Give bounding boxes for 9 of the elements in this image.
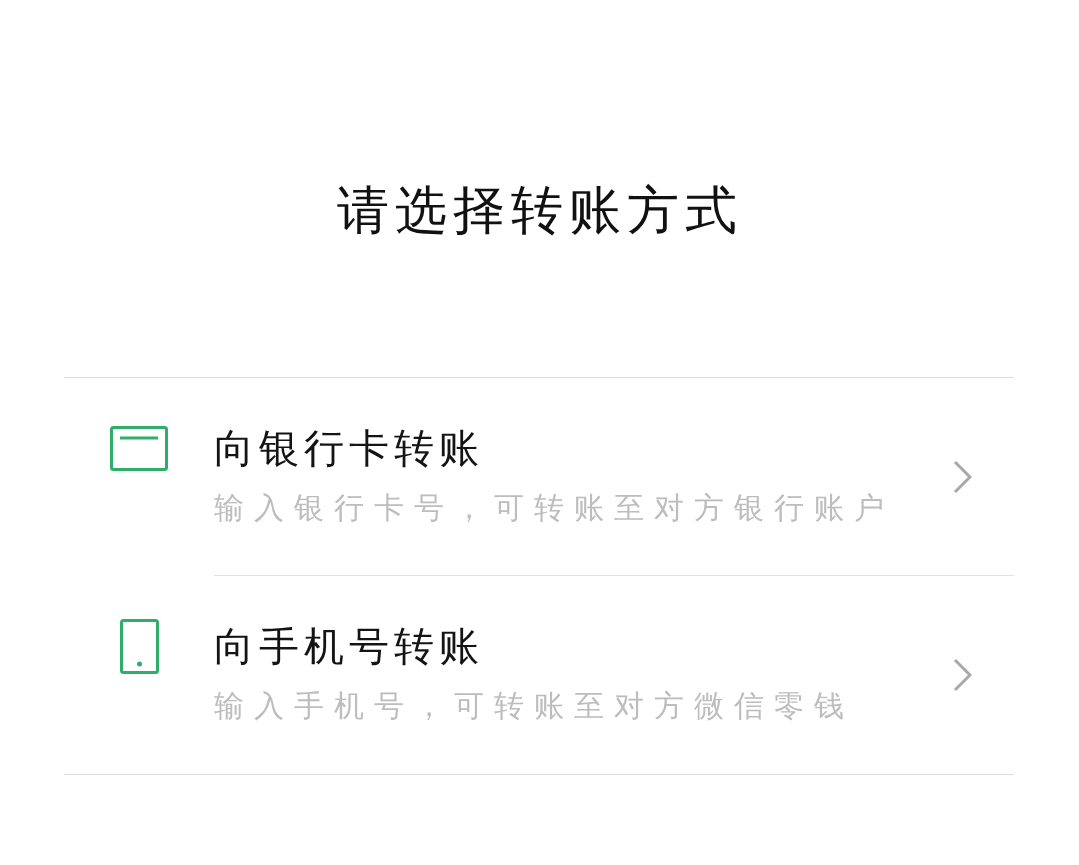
option-title[interactable]: 向手机号转账 bbox=[214, 622, 484, 670]
chevron-right-icon bbox=[952, 658, 972, 692]
card-icon bbox=[110, 425, 168, 471]
chevron-right-icon bbox=[952, 459, 972, 494]
phone-icon bbox=[119, 618, 159, 674]
option-description: 输入手机号，可转账至对方微信零钱 bbox=[214, 687, 854, 725]
page-title: 请选择转账方式 bbox=[336, 179, 743, 242]
option-title[interactable]: 向银行卡转账 bbox=[214, 423, 484, 472]
option-description: 输入银行卡号，可转账至对方银行账户 bbox=[214, 488, 894, 527]
